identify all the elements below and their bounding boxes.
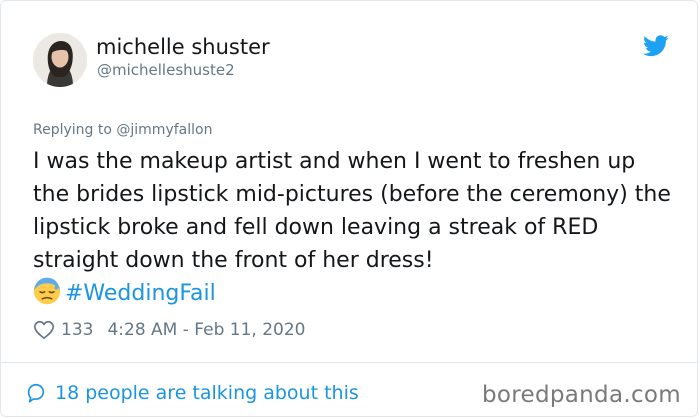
author-handle[interactable]: @michelleshuste2 [97, 61, 235, 79]
reply-mention-link[interactable]: @jimmyfallon [116, 122, 212, 138]
like-count[interactable]: 133 [61, 320, 93, 340]
conversation-label: 18 people are talking about this [55, 382, 359, 404]
timestamp[interactable]: 4:28 AM - Feb 11, 2020 [107, 320, 305, 340]
heart-outline-icon[interactable] [33, 319, 55, 341]
replying-prefix: Replying to [33, 122, 117, 138]
divider [1, 362, 697, 363]
tweet-card: michelle shuster @michelleshuste2 Replyi… [0, 0, 698, 417]
tweet-body: I was the makeup artist and when I went … [33, 149, 671, 273]
cold-sweat-face-emoji [33, 277, 61, 305]
author-name[interactable]: michelle shuster [96, 35, 270, 59]
twitter-bird-icon[interactable] [643, 35, 669, 57]
watermark: boredpanda.com [482, 382, 681, 408]
hashtag-link[interactable]: #WeddingFail [65, 281, 216, 306]
conversation-link[interactable]: 18 people are talking about this [25, 382, 359, 404]
tweet-meta: 133 4:28 AM - Feb 11, 2020 [33, 319, 305, 341]
tweet-text: I was the makeup artist and when I went … [33, 145, 673, 310]
avatar-image [33, 33, 87, 87]
replying-to: Replying to @jimmyfallon [33, 122, 212, 138]
avatar[interactable] [33, 33, 87, 87]
speech-bubble-icon [27, 383, 45, 403]
